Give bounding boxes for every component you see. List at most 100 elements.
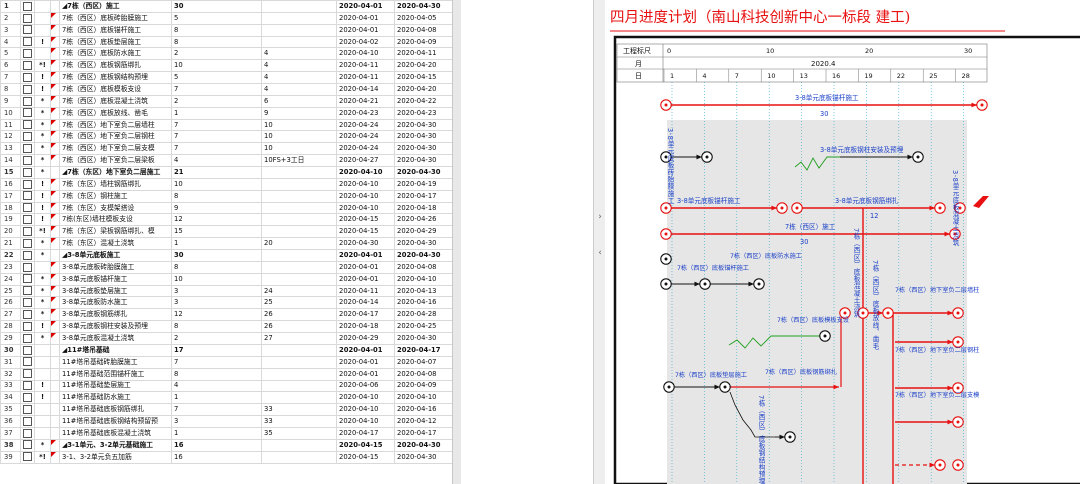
table-row[interactable]: 16! 7栋（东区）墙柱钢筋绑扎 10 2020-04-10 2020-04-19 (0, 177, 452, 191)
table-row[interactable]: 5 7栋（西区）底板防水施工 2 4 2020-04-10 2020-04-11 (0, 47, 452, 61)
checkbox[interactable] (23, 428, 32, 438)
checkbox[interactable] (23, 13, 32, 23)
table-row[interactable]: 15 * ◢7栋（东区）地下室负二层施工 21 2020-04-10 2020-04-30 (0, 166, 452, 179)
checkbox[interactable] (23, 333, 32, 343)
checkbox[interactable] (23, 310, 32, 320)
checkbox[interactable] (23, 357, 32, 367)
row-checkbox[interactable] (20, 450, 35, 464)
table-row[interactable]: 11 * 7栋（西区）地下室负二层墙柱 7 10 2020-04-24 2020-04-30 (0, 118, 452, 132)
row-checkbox[interactable] (20, 355, 35, 369)
row-checkbox[interactable] (20, 332, 35, 345)
checkbox[interactable] (23, 84, 32, 94)
checkbox[interactable] (23, 286, 32, 296)
table-row[interactable]: 18! 7栋（东区）支模架搭设 9 2020-04-10 2020-04-18 (0, 201, 452, 215)
row-checkbox[interactable] (20, 367, 35, 381)
table-row[interactable]: 7! 7栋（西区）底板钢结构预埋 5 4 2020-04-11 2020-04-15 (0, 71, 452, 85)
row-checkbox[interactable] (20, 260, 35, 274)
row-checkbox[interactable] (20, 47, 35, 61)
checkbox[interactable] (23, 60, 32, 70)
table-row[interactable]: 12 * 7栋（西区）地下室负二层钢柱 7 10 2020-04-24 2020-04-30 (0, 130, 452, 144)
row-checkbox[interactable] (20, 71, 35, 85)
checkbox[interactable] (23, 25, 32, 35)
checkbox[interactable] (23, 440, 32, 450)
table-row[interactable]: 23 3-8单元底板砖胎膜施工 8 2020-04-01 2020-04-08 (0, 260, 452, 274)
row-checkbox[interactable] (20, 23, 35, 37)
table-row[interactable]: 13 * 7栋（西区）地下室负二层支模 7 10 2020-04-24 2020-04-30 (0, 142, 452, 156)
row-checkbox[interactable] (20, 177, 35, 191)
table-row[interactable]: 20 *! 7栋（东区）梁板钢筋绑扎、模 15 2020-04-15 2020-04-29 (0, 225, 452, 239)
chevron-right-icon[interactable]: › (595, 210, 605, 224)
checkbox[interactable] (23, 369, 32, 379)
row-checkbox[interactable] (20, 106, 35, 120)
table-row[interactable]: 39 *! 3-1、3-2单元负五加筋 16 2020-04-15 2020-04-30 (0, 450, 452, 464)
checkbox[interactable] (23, 1, 32, 11)
table-row[interactable]: 3 7栋（西区）底板锚杆施工 8 2020-04-01 2020-04-08 (0, 23, 452, 37)
checkbox[interactable] (23, 393, 32, 403)
checkbox[interactable] (23, 120, 32, 130)
checkbox[interactable] (23, 155, 32, 165)
checkbox[interactable] (23, 404, 32, 414)
table-row[interactable]: 21 * 7栋（东区）混凝土浇筑 1 20 2020-04-30 2020-04-30 (0, 237, 452, 251)
row-checkbox[interactable] (20, 272, 35, 286)
row-checkbox[interactable] (20, 249, 35, 262)
row-checkbox[interactable] (20, 213, 35, 227)
row-checkbox[interactable] (20, 391, 35, 405)
row-checkbox[interactable] (20, 284, 35, 298)
checkbox[interactable] (23, 179, 32, 189)
row-checkbox[interactable] (20, 296, 35, 310)
row-checkbox[interactable] (20, 154, 35, 168)
checkbox[interactable] (23, 262, 32, 272)
row-checkbox[interactable] (20, 308, 35, 322)
checkbox[interactable] (23, 452, 32, 462)
table-row[interactable]: 24 * 3-8单元底板锚杆施工 10 2020-04-01 2020-04-10 (0, 272, 452, 286)
row-checkbox[interactable] (20, 83, 35, 96)
checkbox[interactable] (23, 96, 32, 106)
table-row[interactable]: 25 * 3-8单元底板垫层施工 3 24 2020-04-11 2020-04-13 (0, 284, 452, 298)
table-row[interactable]: 37 11#塔吊基础底板混凝土浇筑 1 35 2020-04-17 2020-04-17 (0, 426, 452, 440)
checkbox[interactable] (23, 416, 32, 426)
checkbox[interactable] (23, 274, 32, 284)
checkbox[interactable] (23, 298, 32, 308)
row-checkbox[interactable] (20, 379, 35, 393)
checkbox[interactable] (23, 108, 32, 118)
checkbox[interactable] (23, 321, 32, 331)
checkbox[interactable] (23, 203, 32, 213)
table-row[interactable]: 34! 11#塔吊基础防水施工 1 2020-04-10 2020-04-10 (0, 391, 452, 405)
table-row[interactable]: 26 * 3-8单元底板防水施工 3 25 2020-04-14 2020-04-16 (0, 296, 452, 310)
checkbox[interactable] (23, 215, 32, 225)
table-row[interactable]: 2 7栋（西区）底板砖胎膜施工 5 2020-04-01 2020-04-05 (0, 11, 452, 25)
chevron-left-icon[interactable]: ‹ (595, 246, 605, 260)
row-checkbox[interactable] (20, 201, 35, 215)
table-row[interactable]: 28! 3-8单元底板钢柱安装及预埋 8 26 2020-04-18 2020-04-25 (0, 320, 452, 334)
checkbox[interactable] (23, 250, 32, 260)
table-row[interactable]: 9 * 7栋（西区）底板混凝土浇筑 2 6 2020-04-21 2020-04-22 (0, 94, 452, 108)
checkbox[interactable] (23, 345, 32, 355)
table-row[interactable]: 33! 11#塔吊基础垫层施工 4 2020-04-06 2020-04-09 (0, 379, 452, 393)
row-checkbox[interactable] (20, 118, 35, 132)
table-row[interactable]: 38 * ◢3-1单元、3-2单元基础施工 16 2020-04-15 2020-04-3… (0, 438, 452, 452)
table-row[interactable]: 35 11#塔吊基础底板钢筋绑扎 7 33 2020-04-10 2020-04-16 (0, 403, 452, 417)
table-row[interactable]: 1 ◢7栋（西区）施工 30 2020-04-01 2020-04-30 (0, 0, 452, 13)
row-checkbox[interactable] (20, 415, 35, 428)
vertical-scrollbar[interactable] (452, 0, 461, 484)
row-checkbox[interactable] (20, 343, 35, 357)
checkbox[interactable] (23, 191, 32, 201)
row-checkbox[interactable] (20, 130, 35, 144)
table-row[interactable]: 29 * 3-8单元底板混凝土浇筑 2 27 2020-04-29 2020-04-30 (0, 332, 452, 345)
row-checkbox[interactable] (20, 166, 35, 179)
row-checkbox[interactable] (20, 0, 35, 13)
row-checkbox[interactable] (20, 426, 35, 440)
checkbox[interactable] (23, 381, 32, 391)
row-checkbox[interactable] (20, 403, 35, 417)
row-checkbox[interactable] (20, 320, 35, 334)
table-row[interactable]: 8! 7栋（西区）底板模板支设 7 4 2020-04-14 2020-04-20 (0, 83, 452, 96)
row-checkbox[interactable] (20, 59, 35, 73)
table-row[interactable]: 10 * 7栋（西区）底板放线、凿毛 1 9 2020-04-23 2020-04-23 (0, 106, 452, 120)
row-checkbox[interactable] (20, 142, 35, 156)
row-checkbox[interactable] (20, 438, 35, 452)
table-row[interactable]: 19! 7栋(东区)墙柱模板支设 12 2020-04-15 2020-04-26 (0, 213, 452, 227)
checkbox[interactable] (23, 72, 32, 82)
table-row[interactable]: 6 *! 7栋（西区）底板钢筋绑扎 10 4 2020-04-11 2020-04-20 (0, 59, 452, 73)
table-row[interactable]: 17! 7栋（东区）钢柱施工 8 2020-04-10 2020-04-17 (0, 189, 452, 203)
checkbox[interactable] (23, 167, 32, 177)
